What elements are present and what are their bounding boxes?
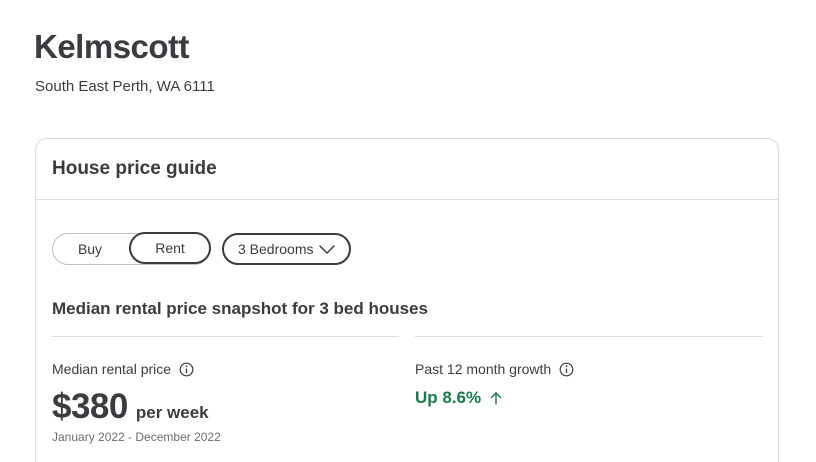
card-header: House price guide xyxy=(36,139,778,200)
median-period: January 2022 - December 2022 xyxy=(52,430,221,444)
divider-right xyxy=(415,336,763,337)
suburb-title: Kelmscott xyxy=(34,28,190,65)
chevron-down-icon xyxy=(319,243,336,255)
growth-value-row: Up 8.6% xyxy=(415,388,503,408)
page: Kelmscott South East Perth, WA 6111 Hous… xyxy=(0,0,816,462)
median-label: Median rental price xyxy=(52,361,172,377)
price-guide-card: House price guide Buy Rent 3 Bedrooms Me… xyxy=(35,138,779,462)
snapshot-title: Median rental price snapshot for 3 bed h… xyxy=(52,299,428,318)
growth-label: Past 12 month growth xyxy=(415,361,552,377)
bedrooms-dropdown[interactable]: 3 Bedrooms xyxy=(222,233,351,265)
median-label-row: Median rental price xyxy=(52,361,194,377)
card-title: House price guide xyxy=(52,158,217,179)
buy-rent-toggle: Buy Rent xyxy=(52,232,211,265)
growth-info-icon[interactable] xyxy=(559,362,574,377)
buy-option[interactable]: Buy xyxy=(53,234,127,264)
median-info-icon[interactable] xyxy=(179,362,194,377)
median-price-value: $380 xyxy=(52,387,128,426)
growth-label-row: Past 12 month growth xyxy=(415,361,574,377)
median-price-unit: per week xyxy=(135,403,209,422)
suburb-location: South East Perth, WA 6111 xyxy=(35,78,215,95)
bedrooms-dropdown-value: 3 Bedrooms xyxy=(238,241,314,257)
divider-left xyxy=(52,336,399,337)
controls: Buy Rent 3 Bedrooms xyxy=(52,232,351,265)
rent-option[interactable]: Rent xyxy=(129,232,211,264)
growth-value: Up 8.6% xyxy=(415,388,482,407)
arrow-up-icon xyxy=(489,390,503,406)
median-price-row: $380 per week xyxy=(52,387,209,427)
